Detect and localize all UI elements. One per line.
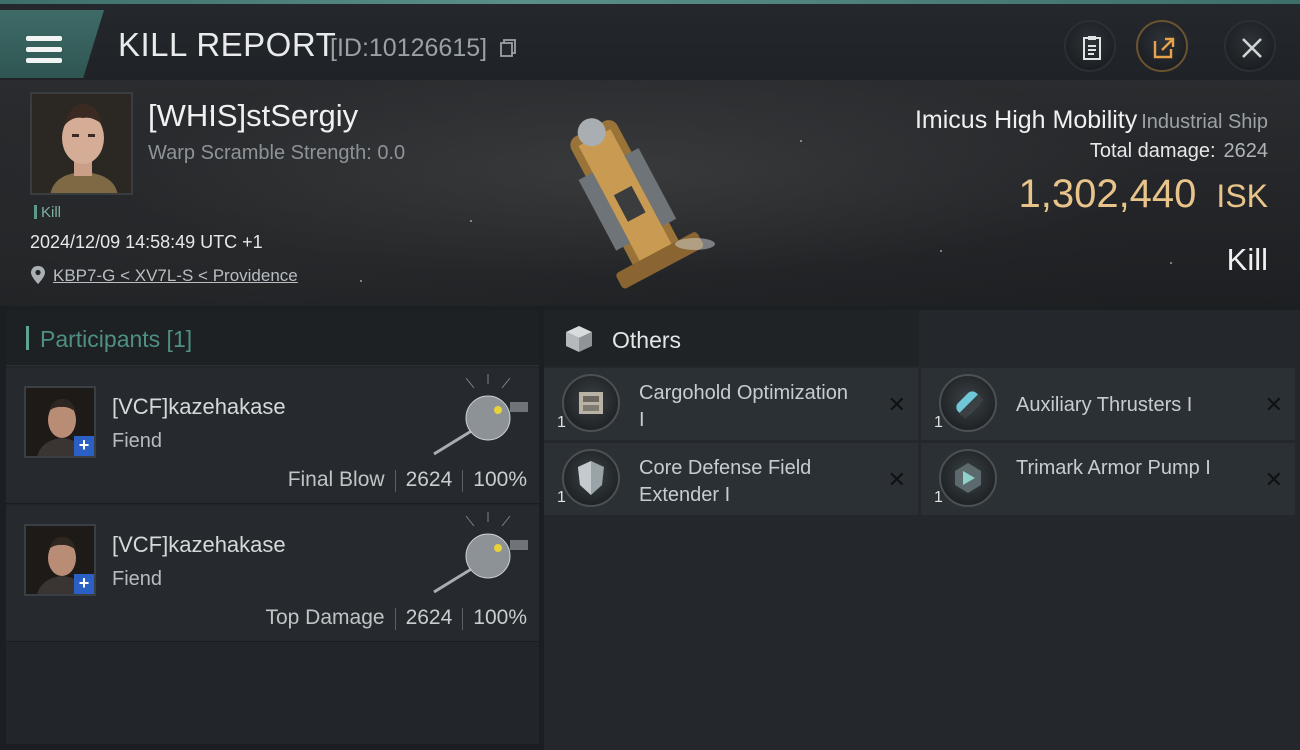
participant-stats: Top Damage 2624 100% (265, 606, 527, 630)
total-damage-value: 2624 (1223, 140, 1269, 162)
module-quantity: 1 (934, 489, 943, 506)
result-label: Kill (1226, 242, 1268, 277)
ship-type-name: Imicus High Mobility (914, 106, 1138, 134)
thruster-module-icon (939, 374, 997, 432)
close-icon (1242, 38, 1262, 58)
victim-ship-image[interactable] (545, 94, 735, 299)
close-button[interactable] (1224, 20, 1276, 72)
ship-class: Industrial Ship (1141, 111, 1268, 133)
participant-avatar[interactable]: + (24, 524, 96, 596)
module-name: Cargohold Optimization I (639, 382, 848, 431)
destroyed-x-icon: ✕ (1264, 467, 1283, 492)
participant-row[interactable]: + [VCF]kazehakase Fiend Top Damage 2624 … (6, 506, 539, 642)
fiend-ship-icon[interactable] (426, 374, 536, 464)
participant-role: Top Damage (265, 606, 385, 629)
share-icon (1153, 37, 1175, 59)
isk-unit: ISK (1216, 178, 1268, 214)
cube-icon (566, 326, 592, 352)
share-button[interactable] (1136, 20, 1188, 72)
plus-icon: + (74, 574, 94, 594)
hamburger-icon (26, 36, 62, 64)
participants-title: Participants [1] (40, 326, 193, 352)
destroyed-x-icon: ✕ (1264, 392, 1283, 417)
others-panel: Others 1 Cargohold Optimization I ✕ 1 Au… (544, 310, 1300, 750)
participant-percent: 100% (473, 468, 527, 491)
isk-value: 1,302,440 ISK (1018, 172, 1268, 217)
module-name: Trimark Armor Pump I (1016, 457, 1211, 479)
participant-ship: Fiend (112, 430, 163, 452)
warp-scramble-strength: Warp Scramble Strength: 0.0 (148, 142, 406, 164)
victim-ship-name[interactable]: Imicus High Mobility Industrial Ship (915, 106, 1268, 135)
armor-pump-icon (939, 449, 997, 507)
participants-accent-bar (26, 326, 29, 350)
copy-icon[interactable] (500, 39, 516, 57)
total-damage-label: Total damage: (1089, 140, 1216, 162)
participant-name[interactable]: [VCF]kazehakase (112, 532, 286, 558)
participant-ship: Fiend (112, 568, 163, 590)
module-item[interactable]: 1 Auxiliary Thrusters I ✕ (921, 368, 1295, 440)
participant-damage: 2624 (405, 606, 453, 629)
kill-tag: Kill (34, 204, 61, 221)
participant-role: Final Blow (287, 468, 385, 491)
module-quantity: 1 (557, 414, 566, 431)
page-title: KILL REPORT (118, 26, 337, 63)
header-bar: KILL REPORT [ID:10126615] (0, 4, 1300, 80)
others-title: Others (612, 327, 682, 353)
total-damage: Total damage: 2624 (1090, 140, 1268, 163)
plus-icon: + (74, 436, 94, 456)
victim-name[interactable]: [WHIS]stSergiy (148, 98, 358, 134)
module-item[interactable]: 1 Cargohold Optimization I ✕ (544, 368, 918, 440)
fiend-ship-icon[interactable] (426, 512, 536, 602)
kill-datetime: 2024/12/09 14:58:49 UTC +1 (30, 232, 263, 252)
participant-row[interactable]: + [VCF]kazehakase Fiend Final Blow 2624 … (6, 368, 539, 504)
isk-amount: 1,302,440 (1018, 172, 1197, 216)
participant-percent: 100% (473, 606, 527, 629)
participants-header: Participants [1] (6, 310, 539, 366)
destroyed-x-icon: ✕ (887, 467, 906, 492)
module-name: Auxiliary Thrusters I (1016, 394, 1193, 416)
report-id: [ID:10126615] (330, 34, 488, 62)
clipboard-button[interactable] (1064, 20, 1116, 72)
location-pin-icon (31, 266, 45, 284)
others-header: Others (544, 310, 919, 366)
participant-stats: Final Blow 2624 100% (288, 468, 527, 492)
participant-avatar[interactable]: + (24, 386, 96, 458)
module-name: Core Defense Field Extender I (639, 457, 812, 506)
menu-button[interactable] (0, 10, 104, 78)
location-link[interactable]: KBP7-G < XV7L-S < Providence (53, 266, 298, 286)
module-item[interactable]: 1 Trimark Armor Pump I ✕ (921, 443, 1295, 515)
participant-damage: 2624 (405, 468, 453, 491)
module-quantity: 1 (557, 489, 566, 506)
participant-name[interactable]: [VCF]kazehakase (112, 394, 286, 420)
shield-extender-icon (562, 449, 620, 507)
module-quantity: 1 (934, 414, 943, 431)
cargohold-module-icon (562, 374, 620, 432)
clipboard-icon (1083, 36, 1101, 60)
module-item[interactable]: 1 Core Defense Field Extender I ✕ (544, 443, 918, 515)
destroyed-x-icon: ✕ (887, 392, 906, 417)
victim-avatar[interactable] (30, 92, 133, 195)
victim-banner: [WHIS]stSergiy Warp Scramble Strength: 0… (0, 80, 1300, 306)
participants-panel: Participants [1] + [VCF]kazehakase Fiend… (6, 310, 539, 744)
